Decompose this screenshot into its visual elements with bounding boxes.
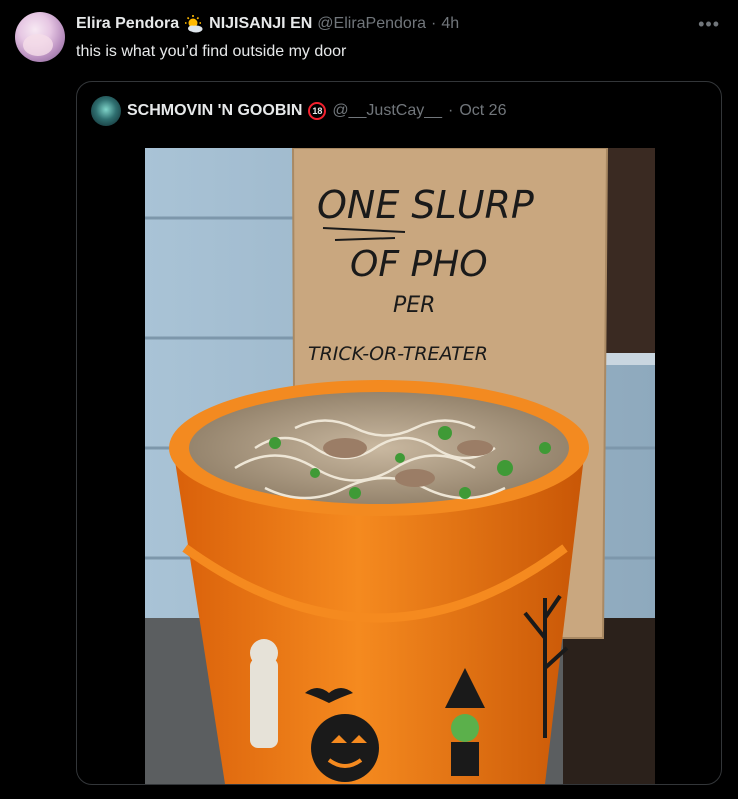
quoted-separator-dot: · <box>448 102 454 119</box>
quoted-author-handle[interactable]: @__JustCay__ <box>332 102 442 120</box>
sign-line-2: OF PHO <box>350 244 488 285</box>
author-name[interactable]: Elira Pendora <box>76 15 179 33</box>
more-options-icon[interactable]: ••• <box>698 14 720 35</box>
quoted-tweet-date[interactable]: Oct 26 <box>459 102 506 120</box>
photo-scene: ONE SLURP OF PHO PER TRICK-OR-TREATER <box>145 148 655 784</box>
tweet-timestamp[interactable]: 4h <box>441 15 459 33</box>
quoted-tweet-header: SCHMOVIN 'N GOOBIN 18 @__JustCay__ · Oct… <box>91 96 506 126</box>
age-18-badge-icon: 18 <box>308 102 327 120</box>
author-affiliation: NIJISANJI EN <box>209 15 313 32</box>
quoted-author-name[interactable]: SCHMOVIN 'N GOOBIN <box>127 102 302 120</box>
pho-bucket-photo[interactable]: ONE SLURP OF PHO PER TRICK-OR-TREATER <box>145 148 655 784</box>
sign-line-4: TRICK-OR-TREATER <box>308 343 488 365</box>
sign-line-1: ONE SLURP <box>317 183 534 227</box>
tweet-text: this is what you’d find outside my door <box>76 43 347 60</box>
quoted-author-avatar[interactable] <box>91 96 121 126</box>
tweet-header: Elira Pendora NIJISANJI EN @EliraPendora… <box>76 13 459 35</box>
author-avatar[interactable] <box>15 12 65 62</box>
separator-dot: · <box>431 15 437 32</box>
sun-cloud-emoji-icon <box>184 14 204 34</box>
author-handle[interactable]: @EliraPendora <box>317 15 426 33</box>
quoted-tweet-card[interactable]: SCHMOVIN 'N GOOBIN 18 @__JustCay__ · Oct… <box>76 81 722 785</box>
badge-label: 18 <box>312 106 323 116</box>
sign-line-3: PER <box>393 293 435 318</box>
